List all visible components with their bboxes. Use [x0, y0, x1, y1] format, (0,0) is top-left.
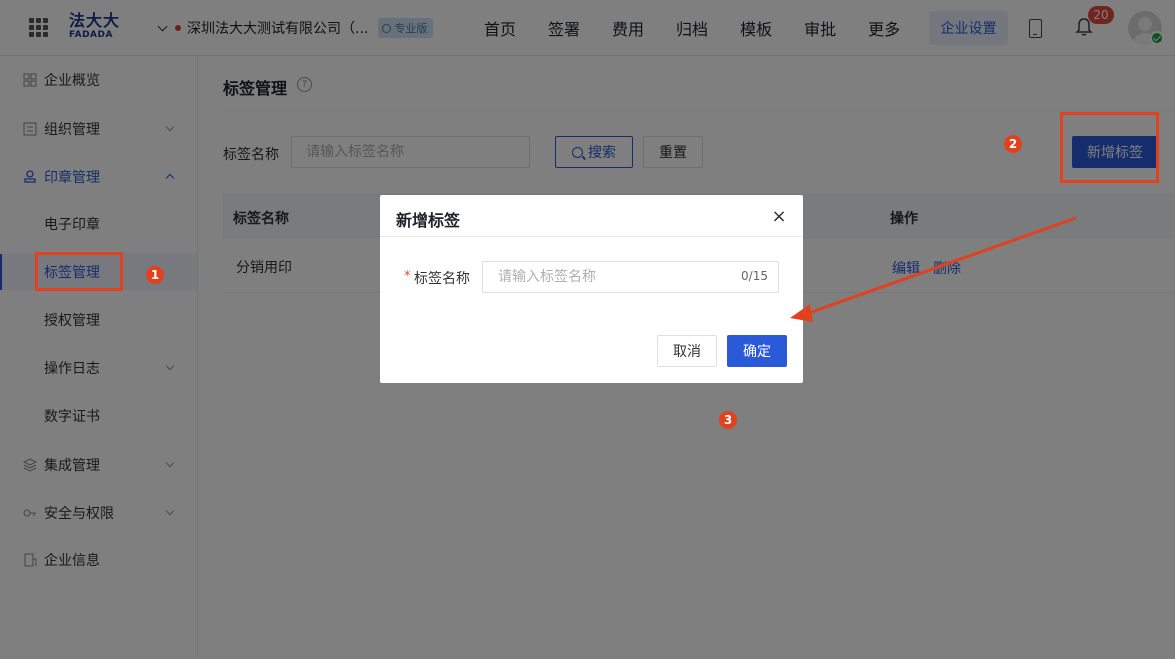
- arrow-head: [790, 304, 813, 322]
- arrow-line: [805, 216, 1077, 316]
- annotation-arrow: [790, 216, 1077, 322]
